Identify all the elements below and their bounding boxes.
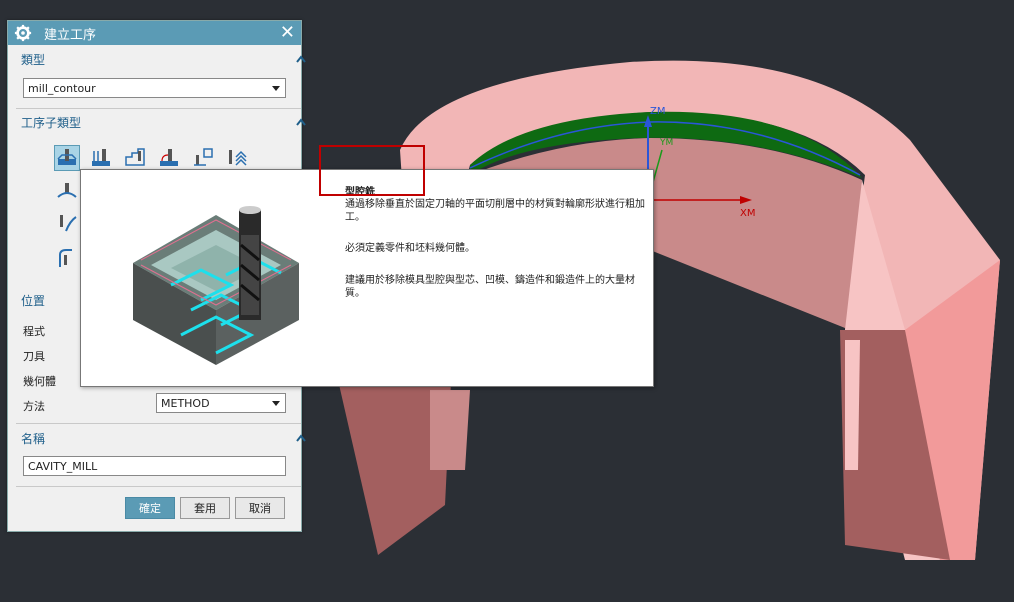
contour-area-icon[interactable] [54,179,80,205]
chevron-up-icon[interactable] [296,118,306,126]
cancel-button[interactable]: 取消 [235,497,285,519]
name-input[interactable]: CAVITY_MILL [23,456,286,476]
name-input-value: CAVITY_MILL [28,459,98,473]
divider [16,108,301,109]
ok-button[interactable]: 確定 [125,497,175,519]
adaptive-mill-icon[interactable] [88,145,114,171]
section-subtype-label: 工序子類型 [21,115,82,130]
plunge-mill-icon[interactable] [122,145,148,171]
method-label: 方法 [23,400,45,413]
section-type-label: 類型 [21,52,46,67]
tooltip-desc-line1: 通過移除垂直於固定刀軸的平面切削層中的材質對輪廓形狀進行粗加 [345,199,645,210]
close-icon[interactable]: ✕ [280,24,295,42]
tooltip-desc-line2: 必須定義零件和坯料幾何體。 [345,243,475,254]
zlevel-profile-icon[interactable] [224,145,250,171]
method-dropdown[interactable]: METHOD [156,393,286,413]
tooltip-desc-line3: 建議用於移除模具型腔與型芯、凹模、鑄造件和鍛造件上的大量材 [345,275,635,286]
streamline-icon[interactable] [54,211,80,237]
tooltip-desc-line1b: 工。 [345,212,365,223]
axis-z-label: ZM [650,106,665,117]
flowcut-icon[interactable] [54,245,80,271]
method-dropdown-value: METHOD [161,396,210,410]
chevron-up-icon[interactable] [296,55,306,63]
dialog-titlebar[interactable]: 建立工序 ✕ [8,21,301,45]
type-dropdown[interactable]: mill_contour [23,78,286,98]
cavity-mill-illustration [133,206,299,365]
cavity-mill-icon[interactable] [54,145,80,171]
corner-rough-icon[interactable] [156,145,182,171]
dialog-title: 建立工序 [44,27,97,43]
divider [16,423,301,424]
axis-x-label: XM [740,208,755,219]
program-label: 程式 [23,325,45,338]
section-subtype-header[interactable]: 工序子類型 [8,111,314,133]
section-name-header[interactable]: 名稱 [8,427,314,449]
highlight-box [319,145,425,196]
tooltip-desc-line3b: 質。 [345,288,365,299]
dropdown-arrow-icon [272,401,280,406]
apply-button[interactable]: 套用 [180,497,230,519]
section-type-header[interactable]: 類型 [8,48,314,70]
axis-y-label: YM [659,138,673,148]
type-dropdown-value: mill_contour [28,81,96,95]
dropdown-arrow-icon [272,86,280,91]
tool-label: 刀具 [23,350,45,363]
rest-mill-icon[interactable] [190,145,216,171]
operation-tooltip: 型腔銑 通過移除垂直於固定刀軸的平面切削層中的材質對輪廓形狀進行粗加 工。 必須… [80,169,654,387]
geometry-label: 幾何體 [23,375,56,388]
section-name-label: 名稱 [21,431,46,446]
chevron-up-icon[interactable] [296,434,306,442]
gear-icon [14,24,32,42]
section-location-label: 位置 [21,293,46,308]
divider [16,486,301,487]
